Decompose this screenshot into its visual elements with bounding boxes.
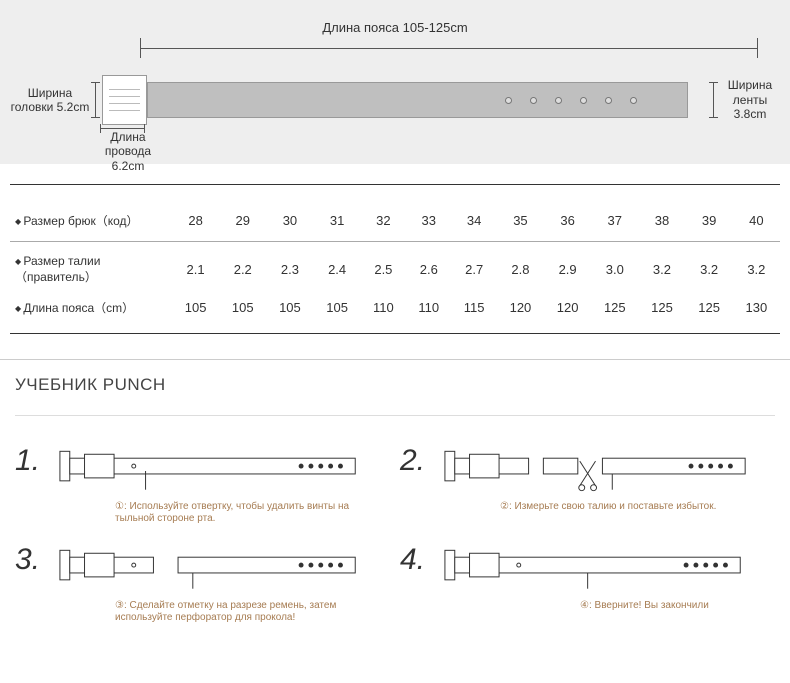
cell-value: 2.1 (172, 247, 219, 292)
cell-value: 2.9 (544, 247, 591, 292)
step-caption: ④: Вверните! Вы закончили (440, 600, 755, 612)
cell-value: 130 (733, 292, 780, 323)
cell-value: 3.2 (686, 247, 733, 292)
tutorial-step: 4. ④: Вверните! Вы закончили (400, 545, 755, 624)
table-row: Длина пояса（cm）1051051051051101101151201… (10, 292, 780, 323)
row-label: Размер брюк（код） (10, 205, 172, 236)
step-number: 4. (400, 545, 440, 575)
tutorial-title: УЧЕБНИК PUNCH (15, 375, 775, 395)
length-dimension-arrow (140, 48, 758, 49)
cell-value: 40 (733, 205, 780, 236)
belt-hole-icon (630, 97, 637, 104)
belt-illustration-row: Ширина головки 5.2cm Ширина ленты 3.8cm (10, 75, 780, 125)
cell-value: 125 (638, 292, 685, 323)
belt-strap (147, 82, 688, 118)
table-row: Размер талии（правитель）2.12.22.32.42.52.… (10, 247, 780, 292)
cell-value: 37 (591, 205, 638, 236)
cell-value: 36 (544, 205, 591, 236)
belt-step-icon (55, 446, 370, 496)
size-table-section: Размер брюк（код）282930313233343536373839… (0, 164, 790, 344)
cell-value: 105 (172, 292, 219, 323)
tutorial-step: 1. ①: Используйте отвертку, чтобы удалить… (15, 446, 370, 525)
cell-value: 38 (638, 205, 685, 236)
belt-hole-icon (580, 97, 587, 104)
belt-diagram: Длина пояса 105-125cm Ширина головки 5.2… (0, 0, 790, 164)
row-label: Размер талии（правитель） (10, 247, 172, 292)
cell-value: 3.0 (591, 247, 638, 292)
cell-value: 34 (451, 205, 496, 236)
cell-value: 125 (686, 292, 733, 323)
buckle-icon (102, 75, 147, 125)
head-width-label: Ширина головки 5.2cm (10, 86, 90, 115)
cell-value: 2.4 (314, 247, 361, 292)
cell-value: 105 (219, 292, 266, 323)
belt-hole-icon (505, 97, 512, 104)
cell-value: 125 (591, 292, 638, 323)
belt-length-label: Длина пояса 105-125cm (10, 20, 780, 35)
cell-value: 39 (686, 205, 733, 236)
divider (10, 184, 780, 185)
step-body: ①: Используйте отвертку, чтобы удалить в… (55, 446, 370, 525)
tutorial-section: УЧЕБНИК PUNCH 1. ①: Используйте отвертку,… (0, 359, 790, 639)
belt-hole-icon (605, 97, 612, 104)
cell-value: 33 (406, 205, 451, 236)
cell-value: 120 (497, 292, 544, 323)
step-body: ④: Вверните! Вы закончили (440, 545, 755, 612)
cell-value: 120 (544, 292, 591, 323)
tutorial-step: 3. ③: Сделайте отметку на разрезе ремень,… (15, 545, 370, 624)
row-label: Длина пояса（cm） (10, 292, 172, 323)
cell-value: 3.2 (733, 247, 780, 292)
cell-value: 32 (361, 205, 406, 236)
cell-value: 2.3 (266, 247, 313, 292)
belt-hole-icon (530, 97, 537, 104)
cell-value: 110 (406, 292, 451, 323)
belt-step-icon (440, 446, 755, 496)
step-caption: ①: Используйте отвертку, чтобы удалить в… (55, 501, 370, 525)
cell-value: 105 (266, 292, 313, 323)
step-number: 3. (15, 545, 55, 575)
step-number: 1. (15, 446, 55, 476)
wire-length-label: Длина провода 6.2cm (88, 130, 168, 173)
belt-hole-icon (555, 97, 562, 104)
cell-value: 29 (219, 205, 266, 236)
wire-length-arrow (100, 128, 145, 129)
tutorial-step: 2. ②: Измерьте свою талию и поставьте изб… (400, 446, 755, 525)
step-caption: ②: Измерьте свою талию и поставьте избыт… (440, 501, 755, 513)
cell-value: 2.6 (406, 247, 451, 292)
step-body: ③: Сделайте отметку на разрезе ремень, з… (55, 545, 370, 624)
belt-step-icon (55, 545, 370, 595)
cell-value: 3.2 (638, 247, 685, 292)
cell-value: 28 (172, 205, 219, 236)
cell-value: 2.7 (451, 247, 496, 292)
step-number: 2. (400, 446, 440, 476)
cell-value: 2.2 (219, 247, 266, 292)
divider (10, 333, 780, 334)
belt-step-icon (440, 545, 755, 595)
cell-value: 30 (266, 205, 313, 236)
cell-value: 2.8 (497, 247, 544, 292)
step-body: ②: Измерьте свою талию и поставьте избыт… (440, 446, 755, 513)
cell-value: 115 (451, 292, 496, 323)
table-row: Размер брюк（код）282930313233343536373839… (10, 205, 780, 236)
size-table: Размер брюк（код）282930313233343536373839… (10, 205, 780, 323)
cell-value: 35 (497, 205, 544, 236)
tutorial-steps: 1. ①: Используйте отвертку, чтобы удалить… (15, 415, 775, 624)
cell-value: 105 (314, 292, 361, 323)
cell-value: 31 (314, 205, 361, 236)
cell-value: 110 (361, 292, 406, 323)
strap-width-label: Ширина ленты 3.8cm (720, 78, 780, 121)
cell-value: 2.5 (361, 247, 406, 292)
step-caption: ③: Сделайте отметку на разрезе ремень, з… (55, 600, 370, 624)
